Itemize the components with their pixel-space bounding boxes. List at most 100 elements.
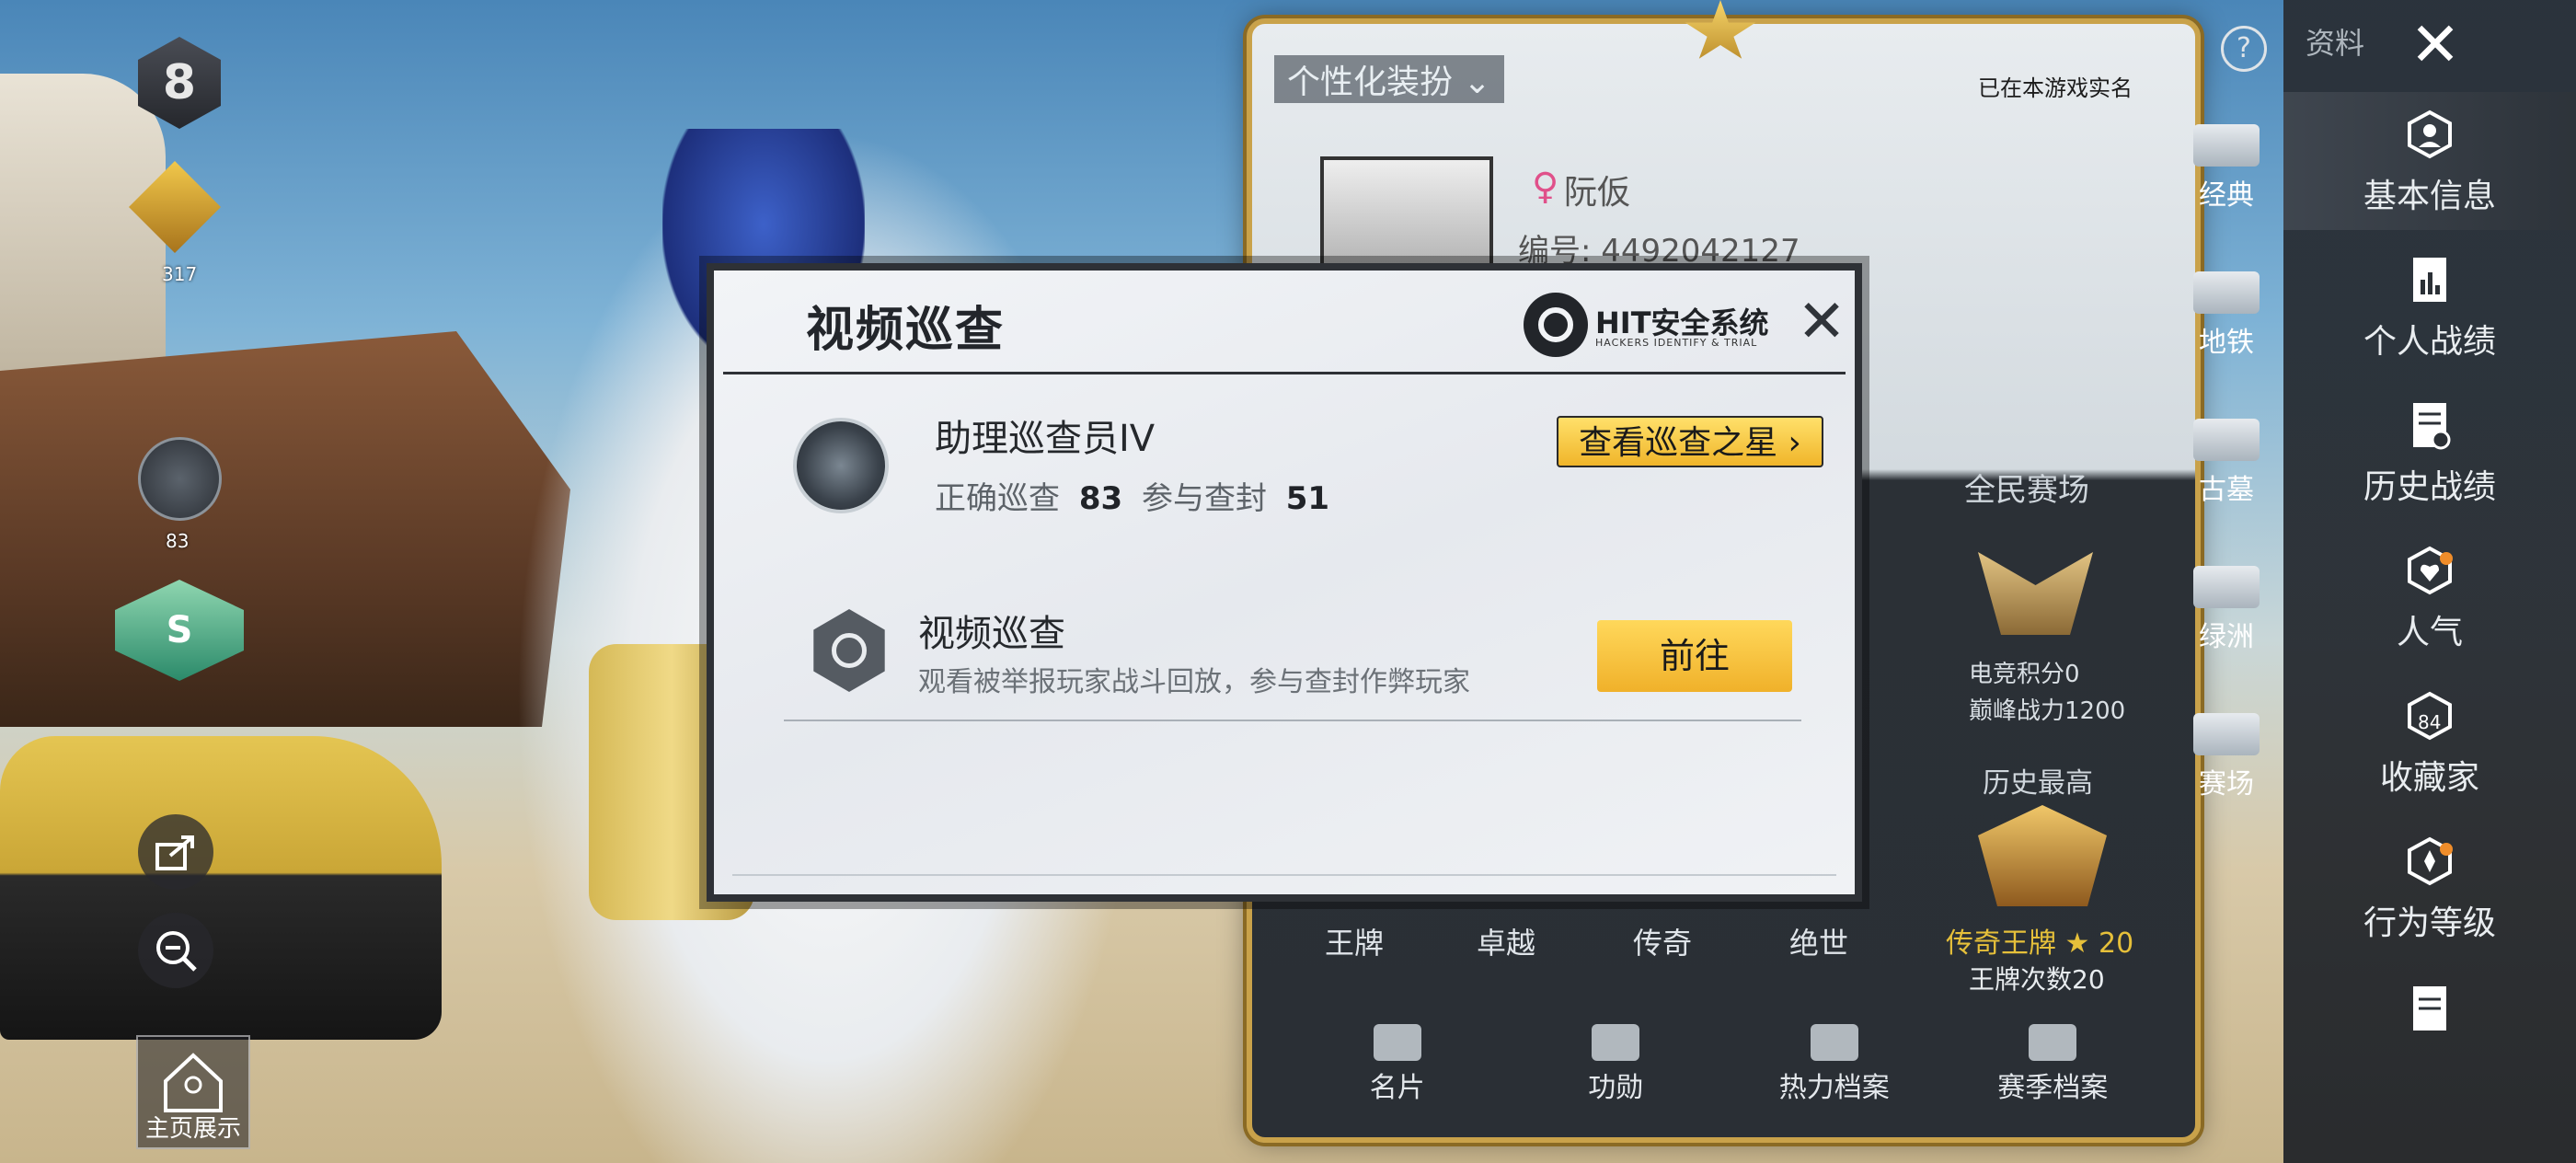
tab-heat-archive[interactable]: 热力档案 <box>1725 1017 1944 1118</box>
oasis-map-icon <box>2193 566 2260 608</box>
history-rank: 传奇王牌 ★ 20 <box>1946 920 2133 961</box>
home-display-button[interactable]: 主页展示 <box>136 1035 250 1149</box>
sidebar-item-more[interactable] <box>2283 966 2576 1104</box>
player-name: 阮仮 <box>1564 174 1631 212</box>
left-hud: 8 317 83 S 主页展示 <box>0 0 276 1163</box>
zoom-out-button[interactable] <box>138 913 213 988</box>
map-label: 赛场 <box>2199 768 2254 800</box>
tier-label: 王牌 <box>1325 926 1385 961</box>
home-display-label: 主页展示 <box>144 1115 241 1143</box>
patrol-rank-name: 助理巡查员IV <box>935 418 1156 460</box>
patrol-rank-badge <box>793 418 889 513</box>
sidebar-item-label: 个人战绩 <box>2363 323 2496 361</box>
popularity-notification-dot <box>2440 552 2453 565</box>
real-name-note: 已在本游戏实名 <box>1978 75 2133 101</box>
patrol-stats: 正确巡查 83 参与查封 51 <box>935 473 1339 518</box>
resource-label: 资料 <box>2306 26 2365 61</box>
tab-card[interactable]: 名片 <box>1288 1017 1507 1118</box>
profile-sidebar: ? 资料 ✕ 基本信息 个人战绩 历史战绩 人气 收藏家 84 行为等级 <box>2221 0 2576 1163</box>
record-icon <box>2413 258 2446 302</box>
hit-logo-icon <box>1524 293 1588 357</box>
share-icon <box>155 835 194 870</box>
map-item-classic[interactable]: 经典 <box>2176 124 2277 213</box>
sidebar-item-label: 收藏家 <box>2379 759 2479 797</box>
tab-season-label: 赛季档案 <box>1997 1072 2109 1104</box>
card-icon <box>1373 1024 1421 1061</box>
sidebar-item-basic-info[interactable]: 基本信息 <box>2283 92 2576 230</box>
crosshair-icon <box>813 609 885 692</box>
stat-correct-value: 83 <box>1078 480 1123 517</box>
task-name: 视频巡查 <box>918 613 1065 655</box>
profile-icon <box>2408 109 2452 159</box>
profile-bottom-tabs: 名片 功勋 热力档案 赛季档案 <box>1288 1017 2162 1118</box>
merit-icon <box>1592 1024 1640 1061</box>
task-description: 观看被举报玩家战斗回放，参与查封作弊玩家 <box>918 666 1470 698</box>
map-label: 地铁 <box>2199 327 2254 359</box>
map-item-metro[interactable]: 地铁 <box>2176 271 2277 360</box>
help-icon[interactable]: ? <box>2221 26 2267 72</box>
chevron-right-icon: › <box>1788 424 1801 462</box>
female-icon: ♀ <box>1532 166 1559 208</box>
close-icon[interactable]: ✕ <box>1792 293 1851 351</box>
map-label: 绿洲 <box>2199 621 2254 653</box>
stat-ban-value: 51 <box>1285 480 1330 517</box>
home-icon <box>164 1053 223 1112</box>
tomb-map-icon <box>2193 419 2260 461</box>
tier-badge-number: 317 <box>162 263 198 285</box>
go-button[interactable]: 前往 <box>1597 620 1792 692</box>
s-rank-badge[interactable]: S <box>115 580 244 681</box>
tab-merit[interactable]: 功勋 <box>1507 1017 1726 1118</box>
tab-season-archive[interactable]: 赛季档案 <box>1944 1017 2163 1118</box>
sidebar-item-behavior-level[interactable]: 行为等级 <box>2283 819 2576 957</box>
season-icon <box>2029 1024 2077 1061</box>
zoom-out-icon <box>156 931 197 972</box>
tab-merit-label: 功勋 <box>1588 1072 1644 1104</box>
view-patrol-star-button[interactable]: 查看巡查之星 › <box>1557 416 1823 467</box>
star-icon: ★ <box>2064 927 2090 960</box>
close-icon[interactable]: ✕ <box>2403 13 2467 77</box>
sidebar-item-label: 人气 <box>2396 614 2463 651</box>
collector-badge: 84 <box>2418 711 2442 733</box>
weapon-badge[interactable] <box>138 437 222 521</box>
dialog-title: 视频巡查 <box>806 303 1006 358</box>
sidebar-header: ? 资料 ✕ <box>2221 0 2576 90</box>
tab-heat-label: 热力档案 <box>1778 1072 1890 1104</box>
map-label: 古墓 <box>2199 474 2254 506</box>
share-button[interactable] <box>138 814 213 890</box>
map-label: 经典 <box>2199 179 2254 212</box>
view-patrol-star-label: 查看巡查之星 <box>1579 424 1778 462</box>
tab-card-label: 名片 <box>1369 1072 1425 1104</box>
tier-label: 卓越 <box>1477 926 1536 961</box>
arena-title: 全民赛场 <box>1964 472 2089 509</box>
map-item-oasis[interactable]: 绿洲 <box>2176 566 2277 654</box>
tier-badge[interactable] <box>129 161 221 253</box>
tier-label: 传奇 <box>1633 926 1693 961</box>
flame-icon <box>1810 1024 1858 1061</box>
chevron-down-icon: ⌄ <box>1463 63 1491 101</box>
task-divider <box>784 720 1801 721</box>
video-patrol-dialog: 视频巡查 HIT安全系统 HACKERS IDENTIFY & TRIAL ✕ … <box>707 263 1862 902</box>
season-badge[interactable]: 8 <box>138 37 221 129</box>
sidebar-item-collector[interactable]: 收藏家 <box>2283 674 2576 812</box>
stat-correct-label: 正确巡查 <box>935 480 1060 517</box>
sidebar-item-label: 基本信息 <box>2363 178 2496 215</box>
arena-score: 电竞积分0 <box>1969 661 2080 688</box>
sidebar-item-label: 行为等级 <box>2363 904 2496 942</box>
personalize-label: 个性化装扮 <box>1287 63 1454 101</box>
sidebar-item-personal-record[interactable]: 个人战绩 <box>2283 237 2576 375</box>
sidebar-item-popularity[interactable]: 人气 <box>2283 528 2576 666</box>
history-title: 历史最高 <box>1983 767 2093 800</box>
history-rank-name: 传奇王牌 <box>1946 927 2056 960</box>
sidebar-item-history-record[interactable]: 历史战绩 <box>2283 383 2576 521</box>
map-item-arena[interactable]: 赛场 <box>2176 713 2277 801</box>
map-item-tomb[interactable]: 古墓 <box>2176 419 2277 507</box>
metro-map-icon <box>2193 271 2260 314</box>
arena-power: 巅峰战力1200 <box>1969 697 2126 725</box>
history-stars: 20 <box>2099 927 2134 960</box>
weapon-level: 83 <box>166 530 190 552</box>
hit-system-subtitle: HACKERS IDENTIFY & TRIAL <box>1595 337 1758 349</box>
personalize-dropdown[interactable]: 个性化装扮 ⌄ <box>1274 55 1504 103</box>
tier-label: 绝世 <box>1789 926 1849 961</box>
bottom-divider <box>732 874 1836 876</box>
document-icon <box>2413 986 2446 1031</box>
